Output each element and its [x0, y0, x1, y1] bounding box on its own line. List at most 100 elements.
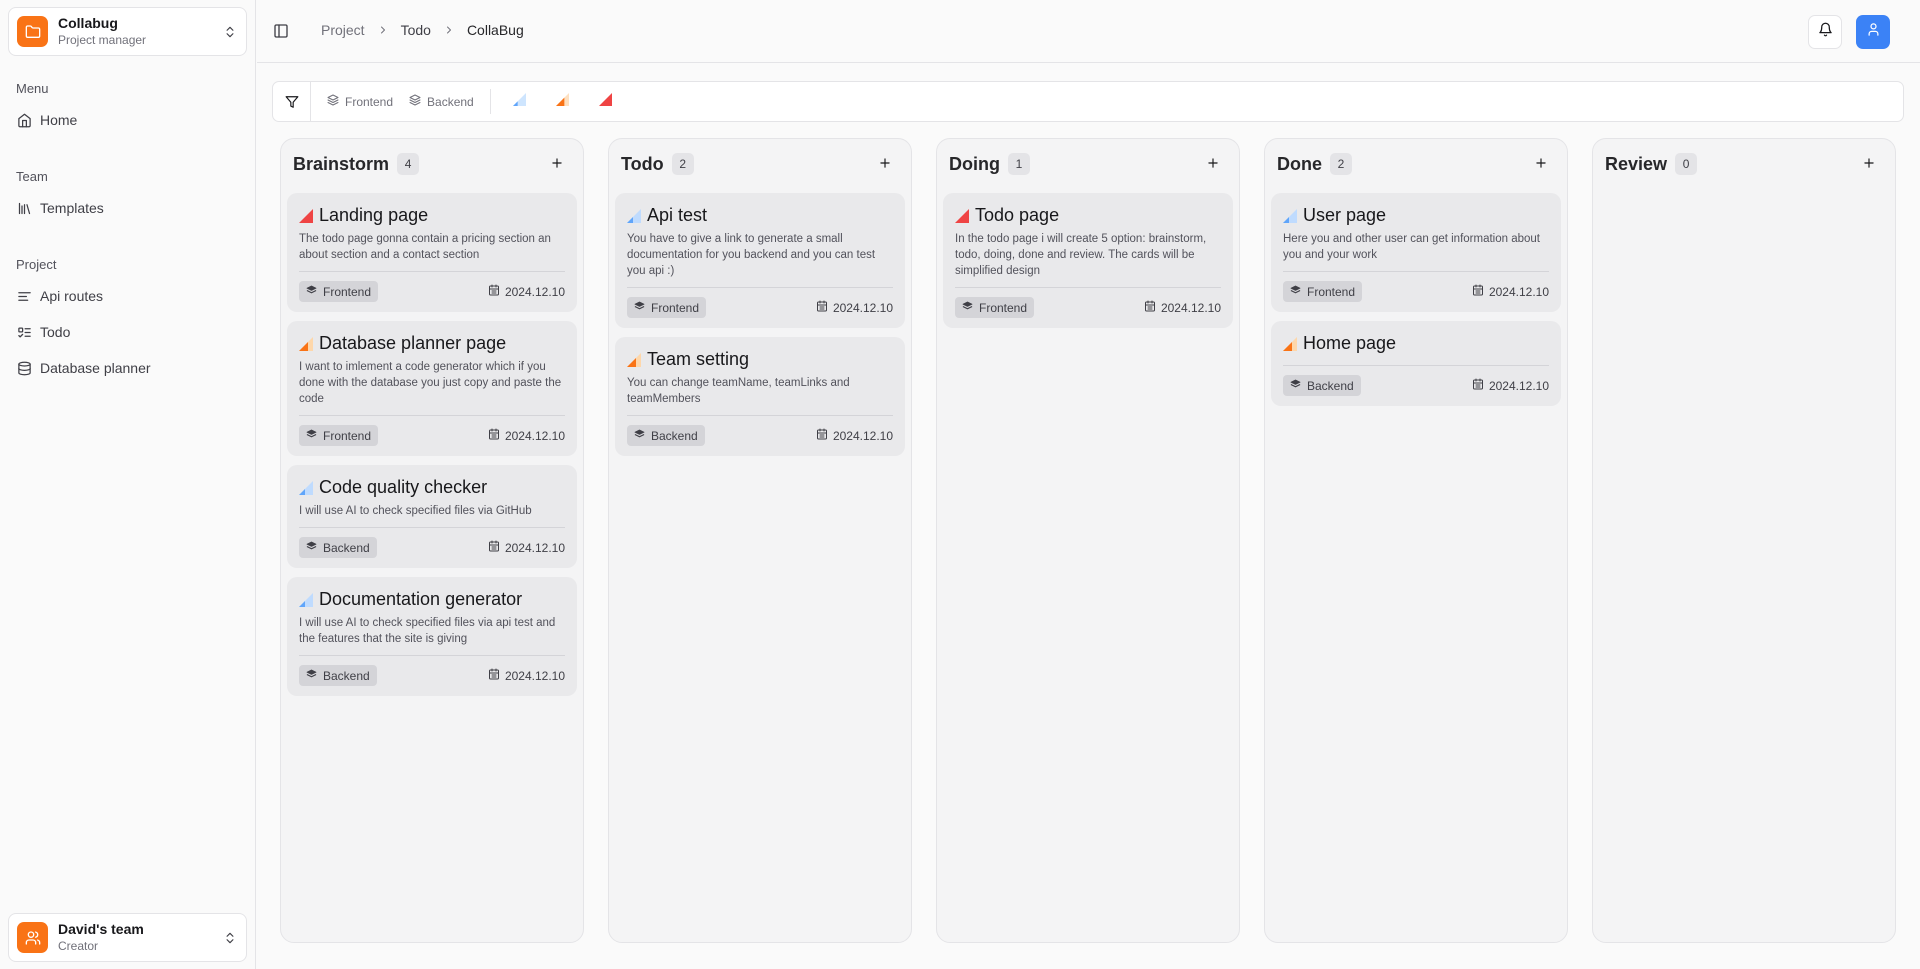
- plus-icon: [1534, 156, 1548, 175]
- workspace-role: Project manager: [58, 33, 147, 47]
- column-count-badge: 2: [671, 153, 694, 175]
- card-date: 2024.12.10: [1472, 378, 1549, 393]
- card-tag: Backend: [299, 665, 377, 686]
- layers-icon: [306, 669, 323, 683]
- card-list: Todo page In the todo page i will create …: [943, 193, 1233, 337]
- notifications-button[interactable]: [1808, 15, 1842, 49]
- calendar-icon: [488, 428, 505, 443]
- filter-tag-frontend[interactable]: Frontend: [327, 94, 393, 109]
- priority-medium-icon[interactable]: [555, 92, 569, 111]
- task-card[interactable]: Home page Backend 2024.12.10: [1271, 321, 1561, 406]
- card-tag-label: Frontend: [323, 428, 372, 443]
- add-card-button[interactable]: [1859, 155, 1879, 175]
- user-icon: [1866, 22, 1881, 42]
- task-card[interactable]: Api test You have to give a link to gener…: [615, 193, 905, 328]
- card-description: You have to give a link to generate a sm…: [627, 231, 893, 288]
- sidebar-item-templates[interactable]: Templates: [16, 193, 240, 223]
- priority-filters: [512, 92, 612, 111]
- column-header: Doing 1: [949, 153, 1030, 175]
- card-date-label: 2024.12.10: [504, 540, 565, 555]
- card-date: 2024.12.10: [816, 428, 893, 443]
- card-title: Home page: [1303, 333, 1397, 353]
- column-header: Done 2: [1277, 153, 1352, 175]
- card-tag-label: Frontend: [1307, 284, 1356, 299]
- card-description: I want to imlement a code generator whic…: [299, 359, 565, 416]
- card-date-label: 2024.12.10: [832, 300, 893, 315]
- column-count-badge: 1: [1008, 153, 1030, 175]
- sidebar-item-api-routes[interactable]: Api routes: [16, 281, 240, 311]
- layers-icon: [306, 541, 323, 555]
- chevron-right-icon: [377, 24, 389, 36]
- column-title: Brainstorm: [293, 153, 390, 174]
- card-date: 2024.12.10: [488, 284, 565, 299]
- priority-low-icon[interactable]: [512, 92, 526, 111]
- card-tag: Backend: [1283, 375, 1361, 396]
- task-card[interactable]: Team setting You can change teamName, tea…: [615, 337, 905, 456]
- layers-icon: [1290, 379, 1307, 393]
- card-title: Team setting: [647, 349, 750, 369]
- calendar-icon: [816, 300, 833, 315]
- priority-low-icon: [627, 208, 641, 223]
- database-icon: [16, 360, 32, 376]
- team-switcher[interactable]: David's team Creator: [8, 913, 247, 962]
- priority-high-icon[interactable]: [598, 92, 612, 111]
- card-tag-label: Frontend: [979, 300, 1028, 315]
- sidebar-item-todo[interactable]: Todo: [16, 317, 240, 347]
- add-card-button[interactable]: [1531, 155, 1551, 175]
- sidebar-toggle-icon[interactable]: [271, 21, 291, 41]
- breadcrumb-todo[interactable]: Todo: [401, 22, 431, 38]
- layers-icon: [306, 429, 323, 443]
- card-tag-label: Backend: [323, 540, 370, 555]
- plus-icon: [1862, 156, 1876, 175]
- sidebar-item-home[interactable]: Home: [16, 105, 240, 135]
- add-card-button[interactable]: [875, 155, 895, 175]
- add-card-button[interactable]: [547, 155, 567, 175]
- task-card[interactable]: Documentation generator I will use AI to …: [287, 577, 577, 696]
- filter-icon[interactable]: [273, 82, 311, 121]
- task-card[interactable]: Database planner page I want to imlement …: [287, 321, 577, 456]
- filter-tag-backend[interactable]: Backend: [409, 94, 474, 109]
- user-menu-button[interactable]: [1856, 15, 1890, 49]
- priority-low-icon: [299, 480, 313, 495]
- layers-icon: [1290, 285, 1307, 299]
- column-review: Review 0: [1592, 138, 1896, 943]
- column-title: Todo: [621, 153, 664, 174]
- chevrons-up-down-icon: [222, 22, 238, 42]
- card-date: 2024.12.10: [1472, 284, 1549, 299]
- sidebar-item-label: Api routes: [40, 288, 104, 304]
- card-description: You can change teamName, teamLinks and t…: [627, 375, 893, 416]
- card-date: 2024.12.10: [1144, 300, 1221, 315]
- task-card[interactable]: Code quality checker I will use AI to che…: [287, 465, 577, 568]
- card-title: Database planner page: [319, 333, 507, 353]
- sidebar-item-database-planner[interactable]: Database planner: [16, 353, 240, 383]
- column-done: Done 2 User page Here you and other user ca…: [1264, 138, 1568, 943]
- breadcrumb-current: CollaBug: [466, 22, 524, 38]
- workspace-switcher[interactable]: Collabug Project manager: [8, 7, 247, 56]
- task-card[interactable]: Todo page In the todo page i will create …: [943, 193, 1233, 328]
- breadcrumb-project[interactable]: Project: [321, 22, 365, 38]
- card-tag: Frontend: [299, 425, 379, 446]
- calendar-icon: [488, 540, 505, 555]
- breadcrumb: Project Todo CollaBug: [321, 22, 524, 38]
- column-title: Done: [1277, 153, 1322, 174]
- priority-medium-icon: [627, 352, 641, 367]
- calendar-icon: [1144, 300, 1161, 315]
- layers-icon: [634, 301, 651, 315]
- card-description: I will use AI to check specified files v…: [299, 615, 565, 656]
- workspace-name: Collabug: [58, 15, 118, 31]
- folder-icon: [17, 16, 48, 47]
- card-date-label: 2024.12.10: [504, 284, 565, 299]
- task-card[interactable]: User page Here you and other user can get…: [1271, 193, 1561, 312]
- column-count-badge: 0: [1675, 153, 1698, 175]
- card-tag-label: Frontend: [651, 300, 700, 315]
- calendar-icon: [488, 284, 505, 299]
- layers-icon: [634, 429, 651, 443]
- task-card[interactable]: Landing page The todo page gonna contain …: [287, 193, 577, 312]
- card-tag: Frontend: [1283, 281, 1363, 302]
- card-date-label: 2024.12.10: [1488, 284, 1549, 299]
- card-date-label: 2024.12.10: [832, 428, 893, 443]
- card-description: I will use AI to check specified files v…: [299, 503, 565, 528]
- card-tag-label: Frontend: [323, 284, 372, 299]
- add-card-button[interactable]: [1203, 155, 1223, 175]
- card-list: Landing page The todo page gonna contain …: [287, 193, 577, 705]
